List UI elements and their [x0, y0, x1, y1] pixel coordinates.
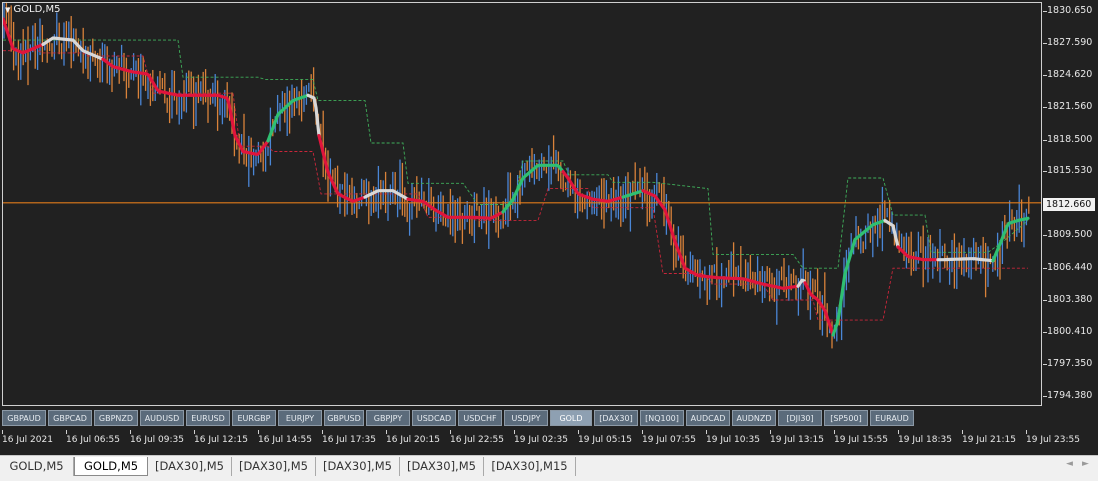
symbol-button-sp500[interactable]: [SP500]: [824, 410, 868, 426]
time-tick: [194, 430, 195, 434]
price-bars: [3, 3, 1030, 349]
current-price-label: 1812.660: [1043, 198, 1095, 211]
price-label: 1806.440: [1047, 261, 1093, 273]
ma-segment-up: [991, 216, 1030, 263]
time-label: 16 Jul 09:35: [130, 435, 184, 445]
time-tick: [258, 430, 259, 434]
time-tick: [770, 430, 771, 434]
price-label: 1800.410: [1047, 325, 1093, 337]
time-label: 16 Jul 22:55: [450, 435, 504, 445]
tab-2[interactable]: GOLD,M5: [74, 457, 148, 476]
time-label: 16 Jul 20:15: [386, 435, 440, 445]
time-tick: [2, 430, 3, 434]
time-tick: [514, 430, 515, 434]
symbol-button-audnzd[interactable]: AUDNZD: [732, 410, 776, 426]
symbol-button-audusd[interactable]: AUDUSD: [140, 410, 184, 426]
time-label: 19 Jul 18:35: [898, 435, 952, 445]
price-label: 1809.500: [1047, 229, 1093, 241]
symbol-title: ▼ GOLD,M5: [5, 4, 60, 15]
time-tick: [578, 430, 579, 434]
symbol-button-dji30[interactable]: [DJI30]: [778, 410, 822, 426]
ma-segment-flat: [306, 93, 321, 138]
symbol-button-gbpjpy[interactable]: GBPJPY: [366, 410, 410, 426]
price-label: 1818.500: [1047, 133, 1093, 145]
time-label: 16 Jul 14:55: [258, 435, 312, 445]
time-tick: [386, 430, 387, 434]
chevron-down-icon[interactable]: ▼: [5, 6, 10, 14]
time-tick: [834, 430, 835, 434]
tab-5[interactable]: [DAX30],M5: [316, 457, 400, 476]
tab-1[interactable]: GOLD,M5: [0, 457, 74, 476]
symbol-button-gbpnzd[interactable]: GBPNZD: [94, 410, 138, 426]
tab-6[interactable]: [DAX30],M5: [400, 457, 484, 476]
time-label: 16 Jul 17:35: [322, 435, 376, 445]
ma-segment-flat: [936, 257, 995, 263]
symbol-title-text: GOLD,M5: [13, 4, 61, 15]
symbol-button-eurgbp[interactable]: EURGBP: [232, 410, 276, 426]
time-tick: [642, 430, 643, 434]
symbol-button-gbpaud[interactable]: GBPAUD: [2, 410, 46, 426]
time-tick: [898, 430, 899, 434]
price-label: 1824.620: [1047, 68, 1093, 80]
price-label: 1803.380: [1047, 294, 1093, 306]
ma-segment-down: [803, 281, 835, 337]
time-label: 16 Jul 12:15: [194, 435, 248, 445]
ma-segment-down: [317, 134, 367, 203]
price-label: 1794.380: [1047, 389, 1093, 401]
time-label: 16 Jul 2021: [2, 435, 53, 445]
price-label: 1797.350: [1047, 358, 1093, 370]
time-tick: [706, 430, 707, 434]
time-label: 19 Jul 15:55: [834, 435, 888, 445]
price-label: 1815.530: [1047, 165, 1093, 177]
symbol-button-bar: GBPAUD GBPCAD GBPNZD AUDUSD EURUSD EURGBP EURJ…: [2, 410, 914, 428]
symbol-button-gold[interactable]: GOLD: [550, 410, 592, 426]
time-tick: [450, 430, 451, 434]
price-axis[interactable]: 1830.650 1827.590 1824.620 1821.560 1818.500…: [1043, 0, 1098, 430]
time-tick: [962, 430, 963, 434]
price-label: 1821.560: [1047, 101, 1093, 113]
symbol-button-nq100[interactable]: [NQ100]: [640, 410, 684, 426]
time-label: 19 Jul 10:35: [706, 435, 760, 445]
time-label: 19 Jul 02:35: [514, 435, 568, 445]
time-tick: [1026, 430, 1027, 434]
chart-window[interactable]: ▼ GOLD,M5 1830.650 1827.590 1824.620 1821.5…: [0, 0, 1098, 455]
symbol-button-usdcad[interactable]: USDCAD: [412, 410, 456, 426]
symbol-button-gbpusd[interactable]: GBPUSD: [324, 410, 364, 426]
price-label: 1830.650: [1047, 5, 1093, 17]
price-chart-svg[interactable]: [3, 3, 1041, 405]
symbol-button-usdjpy[interactable]: USDJPY: [504, 410, 548, 426]
time-tick: [322, 430, 323, 434]
ma-segment-down: [101, 57, 270, 157]
chart-plot-area[interactable]: [2, 2, 1042, 406]
price-label: 1827.590: [1047, 37, 1093, 49]
symbol-button-usdchf[interactable]: USDCHF: [458, 410, 502, 426]
time-label: 16 Jul 06:55: [66, 435, 120, 445]
chart-tab-strip: ◄ ► GOLD,M5 GOLD,M5 [DAX30],M5 [DAX30],M5 [D…: [0, 455, 1098, 481]
symbol-button-audcad[interactable]: AUDCAD: [686, 410, 730, 426]
symbol-button-dax30[interactable]: [DAX30]: [594, 410, 638, 426]
time-axis[interactable]: 16 Jul 2021 16 Jul 06:55 16 Jul 09:35 16 Ju…: [0, 430, 1098, 450]
ma-segment-up: [501, 163, 565, 214]
time-label: 19 Jul 23:55: [1026, 435, 1080, 445]
tab-7[interactable]: [DAX30],M15: [484, 457, 576, 476]
time-label: 19 Jul 21:15: [962, 435, 1016, 445]
symbol-button-eurjpy[interactable]: EURJPY: [278, 410, 322, 426]
time-tick: [66, 430, 67, 434]
time-label: 19 Jul 13:15: [770, 435, 824, 445]
tab-4[interactable]: [DAX30],M5: [232, 457, 316, 476]
scroll-left-icon[interactable]: ◄: [1066, 459, 1073, 469]
symbol-button-gbpcad[interactable]: GBPCAD: [48, 410, 92, 426]
scroll-right-icon[interactable]: ►: [1082, 459, 1089, 469]
tab-3[interactable]: [DAX30],M5: [148, 457, 232, 476]
time-tick: [130, 430, 131, 434]
symbol-button-euraud[interactable]: EURAUD: [870, 410, 914, 426]
time-label: 19 Jul 05:15: [578, 435, 632, 445]
time-label: 19 Jul 07:55: [642, 435, 696, 445]
symbol-button-eurusd[interactable]: EURUSD: [186, 410, 230, 426]
upper-band-line: [3, 39, 1029, 269]
